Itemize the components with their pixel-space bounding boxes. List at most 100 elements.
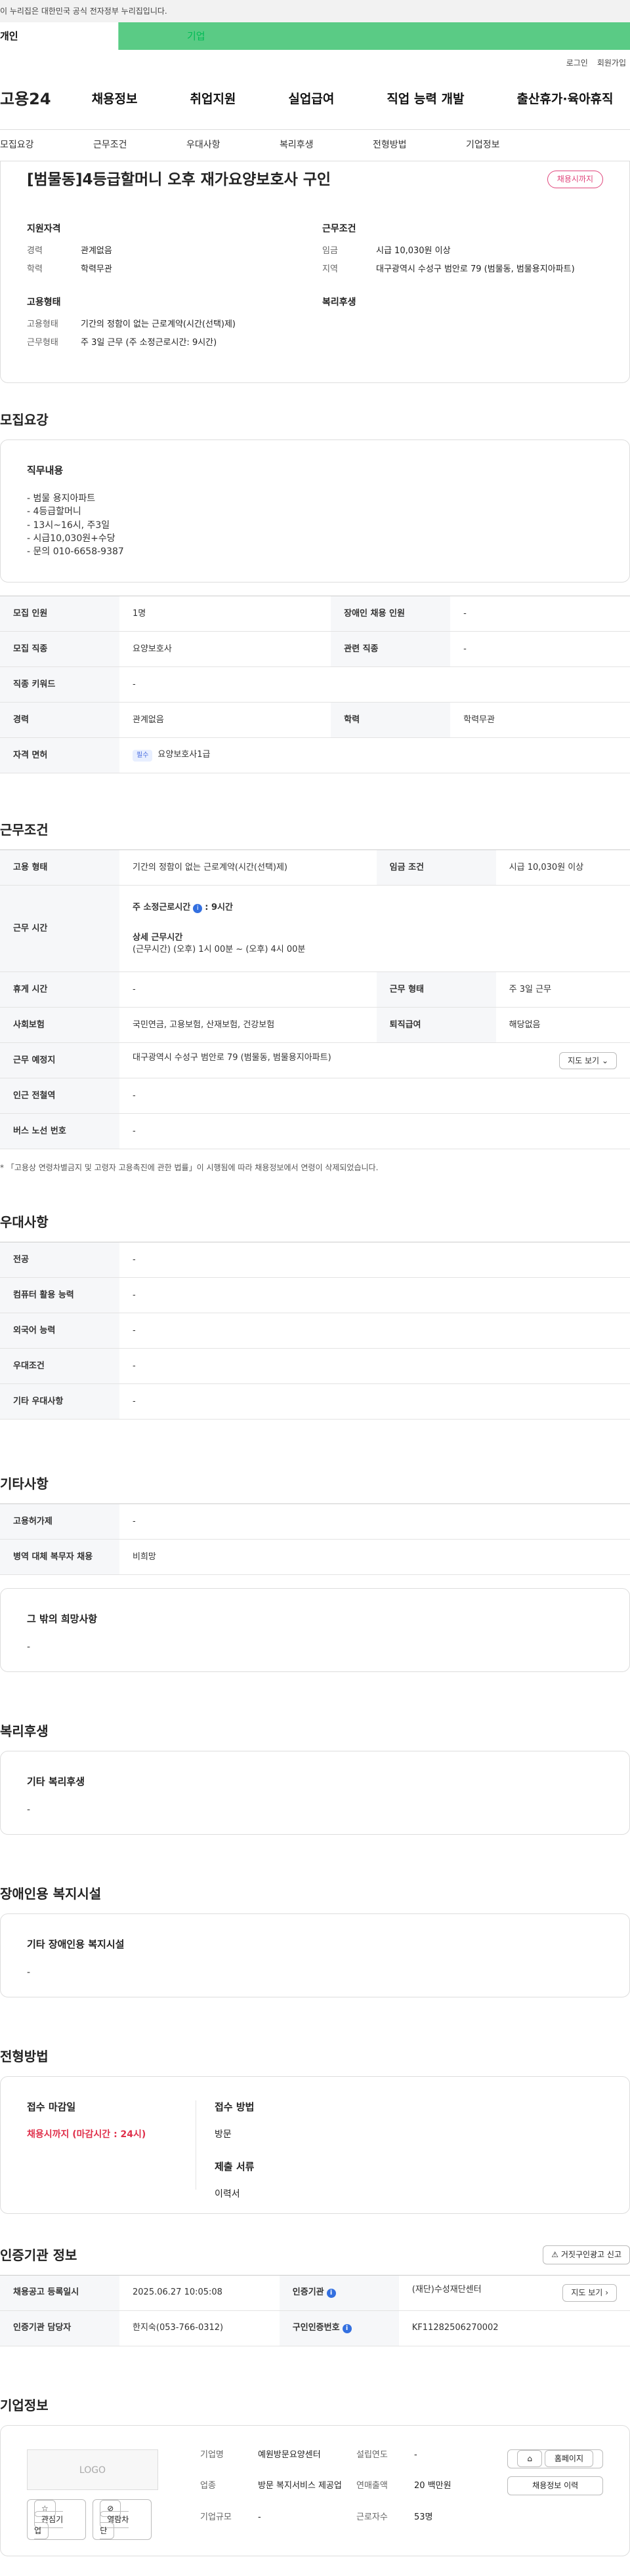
favorite-company-button[interactable]: ☆ 관심기업 (27, 2499, 87, 2541)
nav-unemployment[interactable]: 실업급여 (288, 91, 334, 108)
site-logo[interactable]: 고용24 (0, 89, 51, 111)
block-view-button[interactable]: ⊘ 열람차단 (93, 2499, 152, 2541)
table-row: 외국어 능력 - (0, 1313, 630, 1349)
cert-table: 채용공고 등록일시 2025.06.27 10:05:08 인증기관 i (재단)수성재… (0, 2275, 630, 2347)
row-value: 비희망 (119, 1539, 630, 1576)
row-value: 주 3일 근무 (495, 971, 630, 1008)
map-button-label: 지도 보기 (568, 1055, 600, 1065)
row-value: 시급 10,030원 이상 (495, 849, 630, 886)
table-row: 근무 예정지 대구광역시 수성구 범안로 79 (범물동, 범물용지아파트) 지도 … (0, 1042, 630, 1079)
tab-individual[interactable]: 개인 (0, 22, 118, 50)
row-value: 1명 (119, 596, 331, 632)
row-value: - (450, 631, 630, 668)
corp-sales-label: 연매출액 (356, 2481, 388, 2491)
corp-sales-value: 20 백만원 (414, 2481, 452, 2491)
duty-heading: 직무내용 (27, 464, 64, 476)
company-info: 기업명 예원방문요양센터 설립연도 - 업종 방문 복지서비스 제공업 연매출액 20 … (200, 2449, 506, 2532)
table-row: 인근 전철역 - (0, 1078, 630, 1114)
pref-title: 우대사항 (0, 1214, 49, 1231)
favorite-label: 관심기업 (34, 2510, 64, 2539)
join-link[interactable]: 회원가입 (597, 58, 626, 68)
welfare-heading: 복리후생 (322, 297, 356, 308)
nav-jobs[interactable]: 채용정보 (92, 91, 138, 108)
subnav-apply[interactable]: 전형방법 (373, 139, 466, 152)
report-button[interactable]: ⚠ 거짓구인광고 신고 (543, 2245, 630, 2265)
tab-company[interactable]: 기업 (118, 22, 236, 50)
block-label: 열람차단 (100, 2510, 129, 2539)
row-value: - (119, 1313, 630, 1349)
subnav-welfare[interactable]: 복리후생 (280, 139, 373, 152)
table-row: 기타 우대사항 - (0, 1383, 630, 1420)
welfare-box: 기타 복리후생 - (0, 1751, 630, 1835)
corp-size-label: 기업규모 (200, 2512, 232, 2522)
subnav-recruit[interactable]: 모집요강 (0, 139, 93, 152)
row-label: 근무 예정지 (0, 1042, 119, 1079)
row-label: 인증기관 (292, 2287, 324, 2298)
row-label: 근무 시간 (0, 885, 119, 973)
org-map-button[interactable]: 지도 보기 › (562, 2284, 617, 2302)
edu-label: 학력 (27, 264, 43, 274)
emp-type-label: 고용형태 (27, 319, 58, 329)
table-row: 병역 대체 복무자 채용 비희망 (0, 1539, 630, 1576)
row-label: 관련 직종 (331, 631, 451, 668)
qual-heading: 지원자격 (27, 224, 61, 235)
info-icon[interactable]: i (342, 2324, 352, 2334)
duty-line: - 문의 010-6658-9387 (27, 546, 124, 558)
subnav-pref[interactable]: 우대사항 (186, 139, 280, 152)
region-label: 지역 (322, 264, 338, 274)
corp-year-value: - (414, 2450, 417, 2461)
age-note: * 「고용상 연령차별금지 및 고령자 고용촉진에 관한 법률」이 시행됨에 따… (0, 1163, 379, 1173)
nav-employment-support[interactable]: 취업지원 (190, 91, 236, 108)
info-icon[interactable]: i (326, 2289, 336, 2299)
work-form-value: 주 3일 근무 (주 소정근로시간: 9시간) (81, 337, 217, 348)
corp-year-label: 설립연도 (356, 2450, 388, 2461)
other-wish-box: 그 밖의 희망사항 - (0, 1588, 630, 1673)
deadline-heading: 접수 마감일 (27, 2101, 76, 2114)
row-label: 경력 (0, 702, 119, 739)
row-value: - (119, 1348, 630, 1385)
user-tabs: 개인 기업 (0, 22, 630, 50)
row-label: 퇴직급여 (376, 1007, 496, 1044)
gov-banner-text: 이 누리집은 대한민국 공식 전자정부 누리집입니다. (0, 7, 167, 16)
row-value: - (119, 1242, 630, 1278)
row-label: 휴게 시간 (0, 971, 119, 1008)
row-value: KF11282506270002 (398, 2310, 630, 2347)
row-label: 근무 형태 (376, 971, 496, 1008)
docs-value: 이력서 (215, 2188, 240, 2199)
deadline-value: 채용시까지 (마감시간 : 24시) (27, 2129, 146, 2140)
row-value: - (450, 596, 630, 632)
nav-training[interactable]: 직업 능력 개발 (387, 91, 464, 108)
row-label: 컴퓨터 활용 능력 (0, 1277, 119, 1314)
welfare-box-value: - (27, 1805, 31, 1816)
welfare-box-heading: 기타 복리후생 (27, 1776, 85, 1788)
info-icon[interactable]: i (193, 903, 203, 913)
subnav-work[interactable]: 근무조건 (93, 139, 186, 152)
wage-value: 시급 10,030원 이상 (376, 245, 451, 256)
table-row: 자격 면허 필수 요양보호사1급 (0, 737, 630, 774)
global-nav: 고용24 채용정보 취업지원 실업급여 직업 능력 개발 출산휴가·육아휴직 (0, 70, 630, 130)
row-value: 국민연금, 고용보험, 산재보험, 건강보험 (119, 1007, 377, 1044)
row-value: 요양보호사 (119, 631, 331, 668)
apply-box: 접수 마감일 채용시까지 (마감시간 : 24시) 접수 방법 방문 제출 서류… (0, 2076, 630, 2215)
row-label: 외국어 능력 (0, 1313, 119, 1349)
detail-hours-value: (근무시간) (오후) 1시 00분 ~ (오후) 4시 00분 (133, 945, 306, 955)
home-icon: ⌂ (517, 2450, 542, 2468)
table-row: 사회보험 국민연금, 고용보험, 산재보험, 건강보험 퇴직급여 해당없음 (0, 1007, 630, 1044)
table-row: 전공 - (0, 1242, 630, 1278)
corp-size-value: - (258, 2512, 261, 2522)
table-row: 모집 인원 1명 장애인 채용 인원 - (0, 596, 630, 632)
row-label: 버스 노선 번호 (0, 1113, 119, 1150)
map-button[interactable]: 지도 보기 ⌄ (559, 1052, 617, 1070)
table-row: 고용허가제 - (0, 1503, 630, 1540)
login-link[interactable]: 로그인 (566, 58, 588, 68)
history-button[interactable]: 채용정보 이력 (507, 2476, 603, 2495)
homepage-label: 홈페이지 (544, 2450, 593, 2468)
alert-icon: ⚠ (551, 2250, 559, 2260)
subnav-company[interactable]: 기업정보 (466, 139, 559, 152)
row-value: - (119, 1277, 630, 1314)
cert-title: 인증기관 정보 (0, 2247, 77, 2263)
career-value: 관계없음 (81, 245, 112, 256)
homepage-button[interactable]: ⌂ 홈페이지 (507, 2449, 603, 2468)
nav-leave[interactable]: 출산휴가·육아휴직 (516, 91, 613, 108)
row-label: 고용 형태 (0, 849, 119, 886)
